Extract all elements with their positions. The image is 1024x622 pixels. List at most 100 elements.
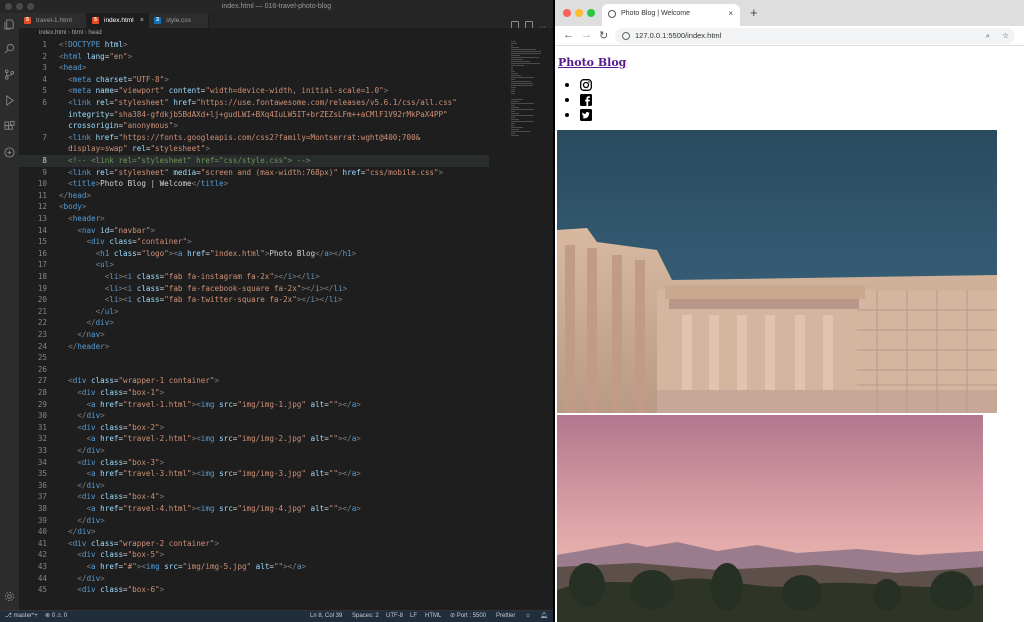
code-line[interactable]: 45 <div class="box-6"> xyxy=(19,584,489,596)
tab-index[interactable]: 5 index.html × xyxy=(87,13,149,28)
code-line[interactable]: 14 <nav id="navbar"> xyxy=(19,225,489,237)
code-line[interactable]: 20 <li><i class="fab fa-twitter-square f… xyxy=(19,294,489,306)
notifications-icon[interactable]: 🔔︎ xyxy=(540,611,548,622)
settings-gear-icon[interactable] xyxy=(4,591,15,602)
site-info-icon[interactable] xyxy=(622,32,630,40)
maximize-window-icon[interactable] xyxy=(587,9,595,17)
reload-icon[interactable]: ↻ xyxy=(599,29,608,42)
code-line[interactable]: 12 <body> xyxy=(19,201,489,213)
twitter-square-icon[interactable] xyxy=(580,109,592,121)
facebook-square-icon[interactable] xyxy=(580,94,592,106)
minimize-window-icon[interactable] xyxy=(16,3,23,10)
breadcrumb-item[interactable]: index.html xyxy=(39,30,66,36)
code-line[interactable]: 6 <link rel="stylesheet" href="https://u… xyxy=(19,97,489,109)
code-line[interactable]: 44 </div> xyxy=(19,573,489,585)
instagram-icon[interactable] xyxy=(580,79,592,91)
minimize-window-icon[interactable] xyxy=(575,9,583,17)
search-icon[interactable] xyxy=(4,43,15,54)
indentation[interactable]: Spaces: 2 xyxy=(352,611,379,622)
browser-tab[interactable]: Photo Blog | Welcome × xyxy=(602,4,740,26)
code-line[interactable]: 15 <div class="container"> xyxy=(19,236,489,248)
code-line[interactable]: 25 xyxy=(19,352,489,364)
back-icon[interactable]: ← xyxy=(563,29,574,41)
code-line[interactable]: 27 <div class="wrapper-1 container"> xyxy=(19,375,489,387)
code-line[interactable]: 41 <div class="wrapper-2 container"> xyxy=(19,538,489,550)
code-line[interactable]: 8 <!-- <link rel="stylesheet" href="css/… xyxy=(19,155,489,167)
code-line[interactable]: 39 </div> xyxy=(19,515,489,527)
source-control-icon[interactable] xyxy=(4,69,15,80)
code-line[interactable]: 10 <title>Photo Blog | Welcome</title> xyxy=(19,178,489,190)
maximize-window-icon[interactable] xyxy=(27,3,34,10)
code-line[interactable]: 37 <div class="box-4"> xyxy=(19,491,489,503)
extensions-icon[interactable] xyxy=(4,121,15,132)
code-line[interactable]: 30 </div> xyxy=(19,410,489,422)
code-line[interactable]: 18 <li><i class="fab fa-instagram fa-2x"… xyxy=(19,271,489,283)
code-line[interactable]: 16 <h1 class="logo"><a href="index.html"… xyxy=(19,248,489,260)
minimap[interactable] xyxy=(509,39,549,610)
cursor-position[interactable]: Ln 8, Col 39 xyxy=(310,611,342,622)
breadcrumb-item[interactable]: head xyxy=(88,30,101,36)
tab-style[interactable]: 3 style.css xyxy=(149,13,209,28)
code-line[interactable]: 31 <div class="box-2"> xyxy=(19,422,489,434)
language-mode[interactable]: HTML xyxy=(425,611,441,622)
code-line[interactable]: 28 <div class="box-1"> xyxy=(19,387,489,399)
code-line[interactable]: 3 <head> xyxy=(19,62,489,74)
line-number: 18 xyxy=(37,272,47,281)
code-line[interactable]: 36 </div> xyxy=(19,480,489,492)
close-tab-icon[interactable]: × xyxy=(728,4,733,24)
code-line[interactable]: 2 <html lang="en"> xyxy=(19,51,489,63)
branch-indicator[interactable]: ⎇ master*+ xyxy=(5,611,38,622)
code-line[interactable]: 34 <div class="box-3"> xyxy=(19,457,489,469)
line-number: 41 xyxy=(37,538,47,548)
end-of-line[interactable]: LF xyxy=(410,611,417,622)
photo-acropolis[interactable] xyxy=(557,130,997,413)
code-line[interactable]: display=swap" rel="stylesheet"> xyxy=(19,143,489,155)
breadcrumb-item[interactable]: html xyxy=(72,30,83,36)
code-line[interactable]: 40 </div> xyxy=(19,526,489,538)
forward-icon[interactable]: → xyxy=(581,29,592,41)
code-line[interactable]: 43 <a href="#"><img src="img/img-5.jpg" … xyxy=(19,561,489,573)
formatter[interactable]: Prettier xyxy=(496,611,515,622)
code-line[interactable]: 23 </nav> xyxy=(19,329,489,341)
code-line[interactable]: crossorigin="anonymous"> xyxy=(19,120,489,132)
bookmark-star-icon[interactable]: ☆ xyxy=(1002,28,1009,44)
problems-indicator[interactable]: ⊗ 0 ⚠ 0 xyxy=(45,611,67,622)
code-line[interactable]: 26 xyxy=(19,364,489,376)
code-line[interactable]: 35 <a href="travel-3.html"><img src="img… xyxy=(19,468,489,480)
code-line[interactable]: 17 <ul> xyxy=(19,259,489,271)
code-line[interactable]: 7 <link href="https://fonts.googleapis.c… xyxy=(19,132,489,144)
code-line[interactable]: 38 <a href="travel-4.html"><img src="img… xyxy=(19,503,489,515)
feedback-icon[interactable]: ☺ xyxy=(525,611,531,622)
close-window-icon[interactable] xyxy=(563,9,571,17)
address-bar[interactable]: 127.0.0.1:5500/index.html ⌕ ☆ xyxy=(615,28,1015,44)
code-line[interactable]: 21 </ul> xyxy=(19,306,489,318)
close-window-icon[interactable] xyxy=(5,3,12,10)
code-line[interactable]: 42 <div class="box-5"> xyxy=(19,549,489,561)
code-editor[interactable]: 1 <!DOCTYPE html> 2 <html lang="en"> 3 <head>… xyxy=(19,39,553,610)
encoding[interactable]: UTF-8 xyxy=(386,611,403,622)
tab-travel-1[interactable]: 5 travel-1.html xyxy=(19,13,87,28)
code-line[interactable]: 24 </header> xyxy=(19,341,489,353)
code-line[interactable]: 9 <link rel="stylesheet" media="screen a… xyxy=(19,167,489,179)
explorer-icon[interactable] xyxy=(4,19,15,30)
logo-link[interactable]: Photo Blog xyxy=(558,56,626,69)
code-line[interactable]: integrity="sha384-gfdkjb5BdAXd+lj+gudLWI… xyxy=(19,109,489,121)
code-line[interactable]: 19 <li><i class="fab fa-facebook-square … xyxy=(19,283,489,295)
close-tab-icon[interactable]: × xyxy=(140,13,144,28)
live-server-indicator[interactable]: ⊘ Port : 5500 xyxy=(450,611,486,622)
code-line[interactable]: 5 <meta name="viewport" content="width=d… xyxy=(19,85,489,97)
code-line[interactable]: 1 <!DOCTYPE html> xyxy=(19,39,489,51)
code-line[interactable]: 29 <a href="travel-1.html"><img src="img… xyxy=(19,399,489,411)
remote-explorer-icon[interactable] xyxy=(4,147,15,158)
code-line[interactable]: 22 </div> xyxy=(19,317,489,329)
code-line[interactable]: 11 </head> xyxy=(19,190,489,202)
code-line[interactable]: 13 <header> xyxy=(19,213,489,225)
new-tab-icon[interactable]: + xyxy=(750,5,758,20)
code-line[interactable]: 32 <a href="travel-2.html"><img src="img… xyxy=(19,433,489,445)
photo-sunset-landscape[interactable] xyxy=(557,415,983,622)
run-debug-icon[interactable] xyxy=(4,95,15,106)
code-line[interactable]: 33 </div> xyxy=(19,445,489,457)
code-line[interactable]: 4 <meta charset="UTF-8"> xyxy=(19,74,489,86)
zoom-icon[interactable]: ⌕ xyxy=(986,28,990,44)
